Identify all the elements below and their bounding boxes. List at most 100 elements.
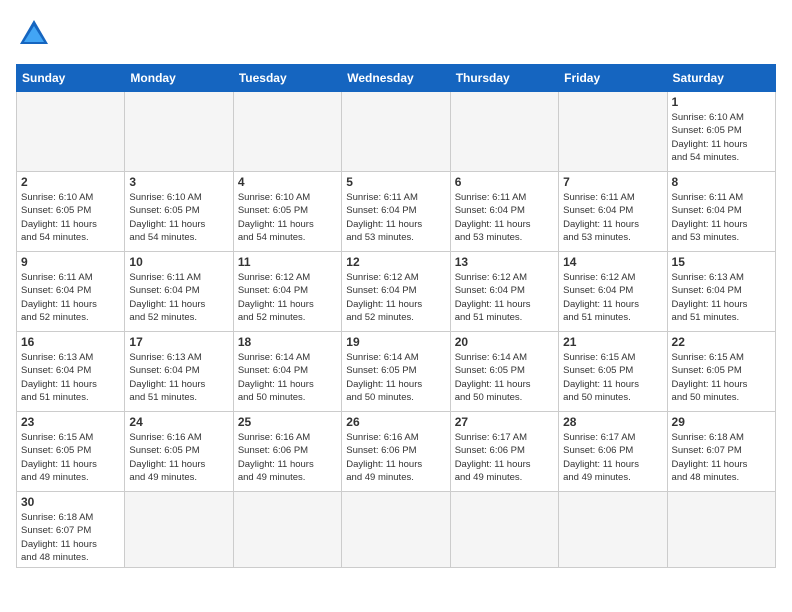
calendar-week-row: 2 Sunrise: 6:10 AM Sunset: 6:05 PM Daylig… [17,172,776,252]
calendar-cell: 25 Sunrise: 6:16 AM Sunset: 6:06 PM Dayli… [233,412,341,492]
calendar-cell [17,92,125,172]
day-number: 20 [455,335,554,349]
day-info: Sunrise: 6:12 AM Sunset: 6:04 PM Dayligh… [563,271,662,324]
day-number: 9 [21,255,120,269]
day-number: 2 [21,175,120,189]
calendar-day-header: Tuesday [233,65,341,92]
day-info: Sunrise: 6:11 AM Sunset: 6:04 PM Dayligh… [129,271,228,324]
calendar-cell: 16Sunrise: 6:13 AM Sunset: 6:04 PM Dayli… [17,332,125,412]
day-info: Sunrise: 6:10 AM Sunset: 6:05 PM Dayligh… [238,191,337,244]
day-number: 14 [563,255,662,269]
calendar-cell: 11 Sunrise: 6:12 AM Sunset: 6:04 PM Dayli… [233,252,341,332]
day-info: Sunrise: 6:10 AM Sunset: 6:05 PM Dayligh… [672,111,771,164]
calendar-cell: 24 Sunrise: 6:16 AM Sunset: 6:05 PM Dayli… [125,412,233,492]
page-header [16,16,776,52]
calendar-cell: 30Sunrise: 6:18 AM Sunset: 6:07 PM Dayli… [17,492,125,568]
calendar-table: SundayMondayTuesdayWednesdayThursdayFrid… [16,64,776,568]
calendar-day-header: Thursday [450,65,558,92]
day-number: 18 [238,335,337,349]
calendar-cell: 9Sunrise: 6:11 AM Sunset: 6:04 PM Daylig… [17,252,125,332]
day-info: Sunrise: 6:14 AM Sunset: 6:05 PM Dayligh… [346,351,445,404]
day-number: 22 [672,335,771,349]
calendar-week-row: 30Sunrise: 6:18 AM Sunset: 6:07 PM Dayli… [17,492,776,568]
logo-icon [16,16,52,52]
calendar-cell [342,492,450,568]
calendar-cell: 27 Sunrise: 6:17 AM Sunset: 6:06 PM Dayli… [450,412,558,492]
calendar-cell: 22 Sunrise: 6:15 AM Sunset: 6:05 PM Dayli… [667,332,775,412]
day-info: Sunrise: 6:16 AM Sunset: 6:06 PM Dayligh… [238,431,337,484]
day-info: Sunrise: 6:16 AM Sunset: 6:05 PM Dayligh… [129,431,228,484]
calendar-week-row: 23Sunrise: 6:15 AM Sunset: 6:05 PM Dayli… [17,412,776,492]
day-info: Sunrise: 6:11 AM Sunset: 6:04 PM Dayligh… [563,191,662,244]
calendar-day-header: Wednesday [342,65,450,92]
calendar-cell [233,492,341,568]
calendar-cell: 18 Sunrise: 6:14 AM Sunset: 6:04 PM Dayli… [233,332,341,412]
day-info: Sunrise: 6:10 AM Sunset: 6:05 PM Dayligh… [129,191,228,244]
day-number: 29 [672,415,771,429]
calendar-cell [559,492,667,568]
calendar-cell: 10 Sunrise: 6:11 AM Sunset: 6:04 PM Dayli… [125,252,233,332]
calendar-day-header: Saturday [667,65,775,92]
day-number: 30 [21,495,120,509]
calendar-week-row: 1 Sunrise: 6:10 AM Sunset: 6:05 PM Daylig… [17,92,776,172]
calendar-week-row: 9 Sunrise: 6:11 AM Sunset: 6:04 PM Daylig… [17,252,776,332]
day-number: 28 [563,415,662,429]
calendar-day-header: Sunday [17,65,125,92]
day-number: 4 [238,175,337,189]
day-info: Sunrise: 6:11 AM Sunset: 6:04 PM Dayligh… [672,191,771,244]
calendar-cell: 3Sunrise: 6:10 AM Sunset: 6:05 PM Daylig… [125,172,233,252]
day-number: 6 [455,175,554,189]
calendar-body: 1 Sunrise: 6:10 AM Sunset: 6:05 PM Daylig… [17,92,776,568]
day-info: Sunrise: 6:12 AM Sunset: 6:04 PM Dayligh… [346,271,445,324]
calendar-cell [125,492,233,568]
calendar-cell [667,492,775,568]
calendar-cell: 6 Sunrise: 6:11 AM Sunset: 6:04 PM Daylig… [450,172,558,252]
calendar-cell: 15 Sunrise: 6:13 AM Sunset: 6:04 PM Dayli… [667,252,775,332]
day-info: Sunrise: 6:18 AM Sunset: 6:07 PM Dayligh… [672,431,771,484]
day-number: 23 [21,415,120,429]
calendar-cell: 20 Sunrise: 6:14 AM Sunset: 6:05 PM Dayli… [450,332,558,412]
day-number: 17 [129,335,228,349]
day-number: 25 [238,415,337,429]
calendar-cell: 17 Sunrise: 6:13 AM Sunset: 6:04 PM Dayli… [125,332,233,412]
calendar-cell [233,92,341,172]
calendar-cell: 13Sunrise: 6:12 AM Sunset: 6:04 PM Dayli… [450,252,558,332]
day-info: Sunrise: 6:13 AM Sunset: 6:04 PM Dayligh… [129,351,228,404]
day-info: Sunrise: 6:12 AM Sunset: 6:04 PM Dayligh… [238,271,337,324]
day-number: 26 [346,415,445,429]
day-number: 1 [672,95,771,109]
calendar-cell [125,92,233,172]
day-number: 15 [672,255,771,269]
day-info: Sunrise: 6:17 AM Sunset: 6:06 PM Dayligh… [455,431,554,484]
day-info: Sunrise: 6:17 AM Sunset: 6:06 PM Dayligh… [563,431,662,484]
day-info: Sunrise: 6:11 AM Sunset: 6:04 PM Dayligh… [455,191,554,244]
day-number: 10 [129,255,228,269]
calendar-cell: 2 Sunrise: 6:10 AM Sunset: 6:05 PM Daylig… [17,172,125,252]
calendar-cell: 23Sunrise: 6:15 AM Sunset: 6:05 PM Dayli… [17,412,125,492]
day-number: 5 [346,175,445,189]
calendar-cell: 26Sunrise: 6:16 AM Sunset: 6:06 PM Dayli… [342,412,450,492]
day-number: 13 [455,255,554,269]
calendar-day-header: Friday [559,65,667,92]
calendar-cell: 8 Sunrise: 6:11 AM Sunset: 6:04 PM Daylig… [667,172,775,252]
calendar-cell [559,92,667,172]
day-number: 24 [129,415,228,429]
calendar-cell: 28 Sunrise: 6:17 AM Sunset: 6:06 PM Dayli… [559,412,667,492]
day-info: Sunrise: 6:15 AM Sunset: 6:05 PM Dayligh… [563,351,662,404]
day-info: Sunrise: 6:10 AM Sunset: 6:05 PM Dayligh… [21,191,120,244]
calendar-cell: 19 Sunrise: 6:14 AM Sunset: 6:05 PM Dayli… [342,332,450,412]
day-number: 19 [346,335,445,349]
day-number: 8 [672,175,771,189]
day-info: Sunrise: 6:14 AM Sunset: 6:05 PM Dayligh… [455,351,554,404]
calendar-cell: 4 Sunrise: 6:10 AM Sunset: 6:05 PM Daylig… [233,172,341,252]
day-number: 27 [455,415,554,429]
day-info: Sunrise: 6:13 AM Sunset: 6:04 PM Dayligh… [672,271,771,324]
calendar-cell: 14 Sunrise: 6:12 AM Sunset: 6:04 PM Dayli… [559,252,667,332]
day-number: 11 [238,255,337,269]
day-number: 7 [563,175,662,189]
day-info: Sunrise: 6:15 AM Sunset: 6:05 PM Dayligh… [672,351,771,404]
day-number: 21 [563,335,662,349]
calendar-cell: 7 Sunrise: 6:11 AM Sunset: 6:04 PM Daylig… [559,172,667,252]
calendar-cell [450,92,558,172]
day-info: Sunrise: 6:14 AM Sunset: 6:04 PM Dayligh… [238,351,337,404]
